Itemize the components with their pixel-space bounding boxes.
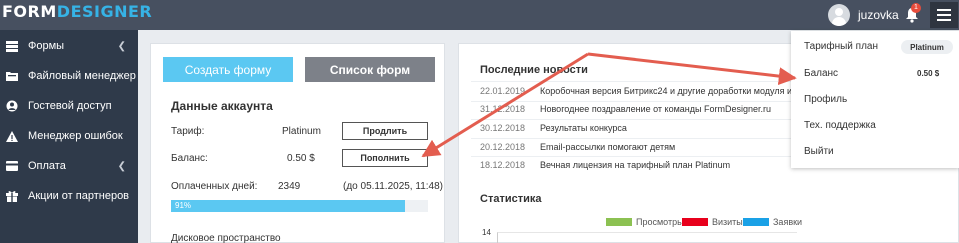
- topup-button[interactable]: Пополнить: [342, 149, 428, 167]
- y-axis-tick: 14: [482, 228, 491, 237]
- sidebar-item-label: Файловый менеджер: [28, 70, 136, 82]
- dropdown-item-tariff-plan[interactable]: Тарифный план: [804, 41, 878, 52]
- news-title: Последние новости: [480, 64, 588, 76]
- dropdown-item-balance[interactable]: Баланс: [804, 68, 838, 79]
- dropdown-item-support[interactable]: Тех. поддержка: [804, 120, 876, 131]
- divider: [471, 156, 811, 157]
- plan-badge: Platinum: [901, 40, 953, 54]
- legend-requests: Заявки: [743, 217, 802, 227]
- divider: [471, 81, 811, 82]
- avatar[interactable]: [828, 4, 850, 26]
- news-text[interactable]: Email-рассылки помогают детям: [540, 142, 675, 152]
- form-list-button[interactable]: Список форм: [305, 57, 435, 82]
- tariff-value: Platinum: [282, 126, 321, 137]
- news-date: 22.01.2019: [480, 86, 526, 96]
- legend-visits: Визиты: [682, 217, 743, 227]
- balance-value: 0.50 $: [287, 153, 315, 164]
- sidebar-item-label: Гостевой доступ: [28, 100, 112, 112]
- news-item[interactable]: 22.01.2019 Коробочная версия Битрикс24 и …: [480, 86, 806, 100]
- user-menu[interactable]: juzovka: [828, 3, 899, 27]
- news-text[interactable]: Результаты конкурса: [540, 123, 627, 133]
- news-text[interactable]: Вечная лицензия на тарифный план Platinu…: [540, 160, 730, 170]
- logo-part-form: FORM: [2, 2, 57, 21]
- gift-icon: [6, 190, 18, 202]
- stats-title: Статистика: [480, 193, 542, 205]
- news-item[interactable]: 30.12.2018 Результаты конкурса: [480, 123, 627, 137]
- sidebar-item-label: Менеджер ошибок: [28, 130, 123, 142]
- paid-days-progress: 91%: [171, 200, 428, 212]
- dropdown-balance-value: 0.50 $: [917, 69, 940, 78]
- sidebar-item-label: Акции от партнеров: [28, 190, 130, 202]
- legend-swatch: [682, 218, 708, 226]
- divider: [471, 119, 811, 120]
- chevron-left-icon: ❮: [117, 41, 126, 52]
- logo[interactable]: FORMDESIGNER: [2, 3, 152, 21]
- chart-area: [497, 232, 797, 243]
- create-form-button[interactable]: Создать форму: [163, 57, 293, 82]
- news-item[interactable]: 31.12.2018 Новогоднее поздравление от ком…: [480, 104, 771, 118]
- paid-days-label: Оплаченных дней:: [171, 181, 258, 192]
- legend-swatch: [743, 218, 769, 226]
- paid-until: (до 05.11.2025, 11:48): [343, 181, 443, 192]
- news-item[interactable]: 18.12.2018 Вечная лицензия на тарифный пл…: [480, 160, 730, 174]
- sidebar-item-partner-promos[interactable]: Акции от партнеров: [0, 181, 138, 211]
- news-item[interactable]: 20.12.2018 Email-рассылки помогают детям: [480, 142, 675, 156]
- legend-label: Заявки: [773, 217, 803, 227]
- sidebar-item-error-manager[interactable]: Менеджер ошибок: [0, 121, 138, 151]
- user-circle-icon: [6, 100, 18, 112]
- divider: [471, 138, 811, 139]
- sidebar-item-label: Оплата: [28, 160, 66, 172]
- sidebar-item-payment[interactable]: Оплата ❮: [0, 151, 138, 181]
- dropdown-item-logout[interactable]: Выйти: [804, 146, 834, 157]
- news-text[interactable]: Коробочная версия Битрикс24 и другие дор…: [540, 86, 806, 96]
- balance-label: Баланс:: [171, 153, 208, 164]
- account-title: Данные аккаунта: [171, 99, 273, 113]
- sidebar: Формы ❮ Файловый менеджер Гостевой досту…: [0, 30, 138, 243]
- legend-swatch: [606, 218, 632, 226]
- sidebar-item-guest-access[interactable]: Гостевой доступ: [0, 91, 138, 121]
- paid-days-value: 2349: [278, 181, 301, 192]
- top-bar: FORMDESIGNER juzovka 1: [0, 0, 959, 30]
- legend-label: Визиты: [712, 217, 743, 227]
- divider: [471, 101, 811, 102]
- legend-label: Просмотры: [636, 217, 684, 227]
- dropdown-item-profile[interactable]: Профиль: [804, 94, 847, 105]
- tariff-label: Тариф:: [171, 126, 205, 137]
- sidebar-item-forms[interactable]: Формы ❮: [0, 31, 138, 61]
- news-date: 18.12.2018: [480, 160, 526, 170]
- username[interactable]: juzovka: [858, 8, 899, 22]
- sidebar-item-file-manager[interactable]: Файловый менеджер: [0, 61, 138, 91]
- hamburger-menu-icon[interactable]: [930, 2, 958, 28]
- chevron-left-icon: ❮: [117, 161, 126, 172]
- news-date: 20.12.2018: [480, 142, 526, 152]
- extend-button[interactable]: Продлить: [342, 122, 428, 140]
- disk-space-label: Дисковое пространство: [171, 233, 281, 243]
- notification-badge: 1: [911, 3, 921, 13]
- news-date: 30.12.2018: [480, 123, 526, 133]
- news-text[interactable]: Новогоднее поздравление от команды FormD…: [540, 104, 771, 114]
- folder-icon: [6, 70, 18, 82]
- legend-views: Просмотры: [606, 217, 684, 227]
- logo-part-designer: DESIGNER: [56, 2, 153, 21]
- news-date: 31.12.2018: [480, 104, 526, 114]
- progress-fill: 91%: [171, 200, 405, 212]
- payment-icon: [6, 160, 18, 172]
- sidebar-item-label: Формы: [28, 40, 65, 52]
- forms-icon: [6, 40, 18, 52]
- warning-icon: [6, 130, 18, 142]
